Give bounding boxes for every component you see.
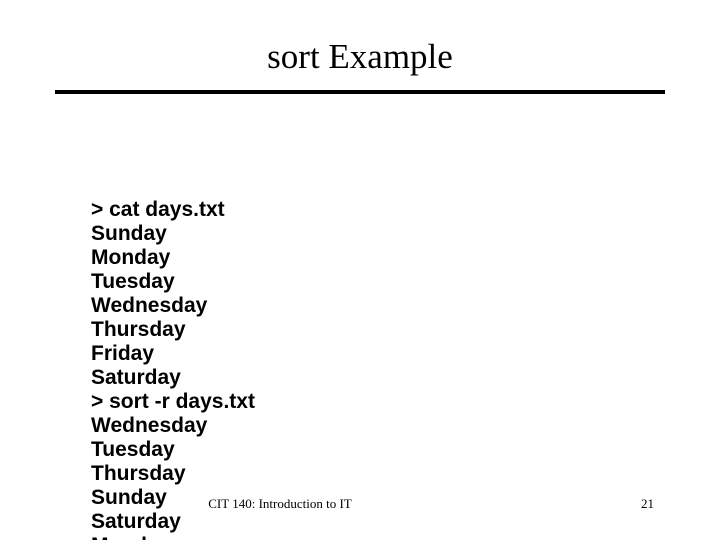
page-title: sort Example	[267, 37, 453, 76]
content-placeholder[interactable]: > cat days.txt Sunday Monday Tuesday Wednesd…	[40, 97, 680, 540]
transcript-line: Monday	[91, 246, 171, 269]
transcript-line: Friday	[91, 342, 155, 365]
title-divider	[55, 90, 665, 94]
transcript-line: Wednesday	[91, 294, 208, 317]
transcript-line: Tuesday	[91, 438, 175, 461]
transcript-line: > cat days.txt	[91, 198, 225, 221]
transcript-line: Tuesday	[91, 270, 175, 293]
terminal-transcript: > cat days.txt Sunday Monday Tuesday Wednesd…	[91, 198, 711, 540]
transcript-line: > sort -r days.txt	[91, 390, 255, 413]
transcript-line: Thursday	[91, 462, 186, 485]
transcript-line: Saturday	[91, 510, 181, 533]
transcript-line: Monday	[91, 534, 711, 540]
slide: sort Example > cat days.txt Sunday Monday T…	[0, 0, 720, 540]
transcript-line: Saturday	[91, 366, 181, 389]
transcript-line: Thursday	[91, 318, 186, 341]
footer-course-label: CIT 140: Introduction to IT	[208, 496, 352, 511]
page-number: 21	[641, 496, 654, 511]
transcript-line: Sunday	[91, 222, 167, 245]
transcript-line: Wednesday	[91, 414, 208, 437]
